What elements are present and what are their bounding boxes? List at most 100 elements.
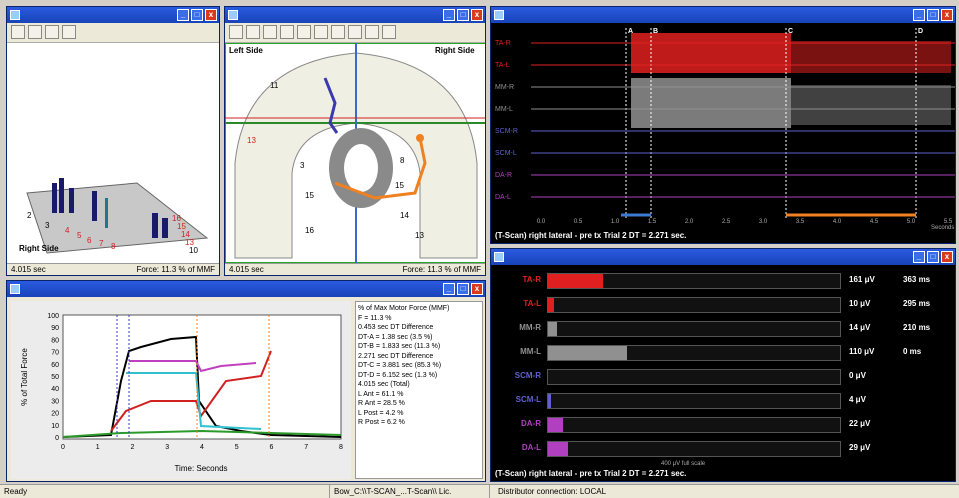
emg-bar-track <box>547 273 841 289</box>
emg-channel-label: SCM-R <box>495 128 518 135</box>
save-icon[interactable] <box>45 25 59 39</box>
minimize-icon[interactable]: _ <box>443 9 455 21</box>
emg-bar-value: 161 μV <box>849 275 875 284</box>
svg-text:16: 16 <box>305 226 314 235</box>
app-icon <box>494 10 504 20</box>
scene-label: Right Side <box>19 244 59 253</box>
close-icon[interactable]: x <box>941 251 953 263</box>
tool-b-icon[interactable] <box>246 25 260 39</box>
svg-text:5: 5 <box>77 231 82 240</box>
bars-area: TA-R 161 μV 363 ms TA-L 10 μV 295 ms MM-R … <box>491 265 955 481</box>
y-tick: 30 <box>51 398 59 405</box>
close-icon[interactable]: x <box>471 283 483 295</box>
x-tick: 2 <box>131 444 135 451</box>
svg-text:2: 2 <box>27 211 32 220</box>
maximize-icon[interactable]: □ <box>927 251 939 263</box>
emg-bar-fill <box>548 298 554 312</box>
minimize-icon[interactable]: _ <box>177 9 189 21</box>
y-tick: 100 <box>47 313 59 320</box>
refresh-icon[interactable] <box>28 25 42 39</box>
y-tick: 0 <box>55 435 59 442</box>
y-tick: 80 <box>51 337 59 344</box>
y-tick: 20 <box>51 411 59 418</box>
footer-right: Distributor connection: LOCAL <box>498 487 607 496</box>
tool-g-icon[interactable] <box>331 25 345 39</box>
emg-tick: 1.0 <box>611 219 620 225</box>
left-side-label: Left Side <box>229 46 263 55</box>
tool-d-icon[interactable] <box>280 25 294 39</box>
app-icon <box>494 252 504 262</box>
emg-bar-fill <box>548 442 569 456</box>
legend-entry: % of Max Motor Force (MMF) <box>358 305 450 312</box>
emg-tick: 4.5 <box>870 219 879 225</box>
minimize-icon[interactable]: _ <box>913 251 925 263</box>
tool-i-icon[interactable] <box>365 25 379 39</box>
minimize-icon[interactable]: _ <box>443 283 455 295</box>
emg-bar-row: MM-L 110 μV 0 ms <box>491 343 955 363</box>
emg-bar-time: 210 ms <box>903 323 931 332</box>
emg-bar-row: MM-R 14 μV 210 ms <box>491 319 955 339</box>
x-tick: 8 <box>339 444 343 451</box>
emg-bar-row: DA-R 22 μV <box>491 415 955 435</box>
maximize-icon[interactable]: □ <box>927 9 939 21</box>
emg-tick: 3.5 <box>796 219 805 225</box>
bars-titlebar[interactable]: _ □ x <box>491 249 955 265</box>
maximize-icon[interactable]: □ <box>191 9 203 21</box>
emg-status: (T-Scan) right lateral - pre tx Trial 2 … <box>491 229 955 243</box>
x-tick: 7 <box>304 444 308 451</box>
emg-bar-value: 4 μV <box>849 395 866 404</box>
app-status-bar: Ready Bow_C:\\T-SCAN_...T-Scan\\ Lic. Di… <box>0 484 959 498</box>
force-3d-window: _ □ x Right Side 23 45 67 8 16 15 14 13 10 4.… <box>6 6 220 276</box>
emg-marker: D <box>918 28 923 35</box>
arch-toolbar <box>225 23 485 43</box>
emg-tick: 2.5 <box>722 219 731 225</box>
x-tick: 0 <box>61 444 65 451</box>
legend-entry: L Ant = 61.1 % <box>358 390 404 398</box>
emg-bar-label: DA-R <box>521 419 541 428</box>
tool-a-icon[interactable] <box>229 25 243 39</box>
arch-titlebar[interactable]: _ □ x <box>225 7 485 23</box>
emg-bar-row: SCM-L 4 μV <box>491 391 955 411</box>
y-tick: 90 <box>51 325 59 332</box>
tool-c-icon[interactable] <box>263 25 277 39</box>
emg-window: _ □ x TA-R TA-L MM-R MM-L SCM-R SCM-L DA-R DA-L A… <box>490 6 956 244</box>
emg-tick: 1.5 <box>648 219 657 225</box>
graph-titlebar[interactable]: _ □ x <box>7 281 485 297</box>
force-3d-titlebar[interactable]: _ □ x <box>7 7 219 23</box>
tool-j-icon[interactable] <box>382 25 396 39</box>
maximize-icon[interactable]: □ <box>457 283 469 295</box>
emg-bar-track <box>547 393 841 409</box>
footer-left: Ready <box>0 485 330 498</box>
y-tick: 40 <box>51 386 59 393</box>
settings-icon[interactable] <box>62 25 76 39</box>
emg-tick: 2.0 <box>685 219 694 225</box>
emg-bar-time: 363 ms <box>903 275 931 284</box>
emg-bar-value: 22 μV <box>849 419 871 428</box>
emg-bar-label: TA-L <box>523 299 541 308</box>
tool-h-icon[interactable] <box>348 25 362 39</box>
maximize-icon[interactable]: □ <box>457 9 469 21</box>
emg-bar-track <box>547 369 841 385</box>
svg-text:3: 3 <box>45 221 50 230</box>
rotate-icon[interactable] <box>11 25 25 39</box>
emg-bar-row: DA-L 29 μV <box>491 439 955 459</box>
emg-bar-fill <box>548 274 604 288</box>
minimize-icon[interactable]: _ <box>913 9 925 21</box>
force-time-graph-window: _ □ x 100 90 80 70 60 50 40 30 20 10 0 012345678 Tim… <box>6 280 486 482</box>
close-icon[interactable]: x <box>471 9 483 21</box>
svg-text:15: 15 <box>395 181 404 190</box>
emg-channel-label: SCM-L <box>495 150 517 157</box>
emg-bar-fill <box>548 322 557 336</box>
close-icon[interactable]: x <box>205 9 217 21</box>
emg-bar-fill <box>548 418 563 432</box>
x-tick: 3 <box>165 444 169 451</box>
emg-titlebar[interactable]: _ □ x <box>491 7 955 23</box>
close-icon[interactable]: x <box>941 9 953 21</box>
app-icon <box>10 284 20 294</box>
tool-e-icon[interactable] <box>297 25 311 39</box>
legend-entry: DT-A = 1.38 sec (3.5 %) <box>358 333 433 341</box>
tool-f-icon[interactable] <box>314 25 328 39</box>
arch-status: 4.015 sec Force: 11.3 % of MMF <box>225 263 485 275</box>
legend-entry: 2.271 sec DT Difference <box>358 352 434 360</box>
emg-bar-value: 10 μV <box>849 299 871 308</box>
